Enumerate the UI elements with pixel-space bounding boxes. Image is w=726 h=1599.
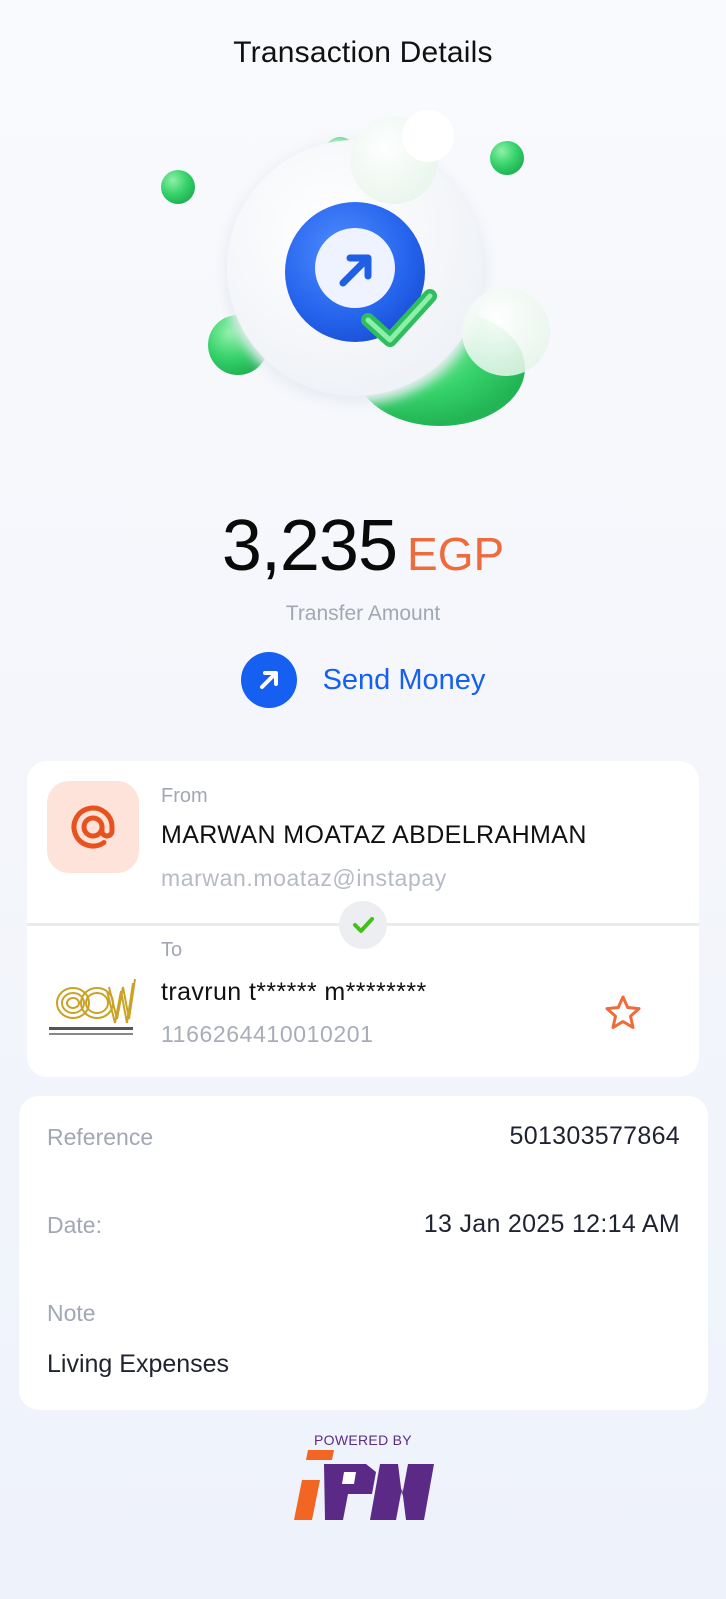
favorite-star-button[interactable] (601, 991, 645, 1035)
from-label: From (161, 785, 208, 807)
date-value: 13 Jan 2025 12:14 AM (423, 1210, 680, 1238)
date-label: Date: (47, 1212, 102, 1238)
transaction-type-label: Send Money (322, 663, 486, 696)
to-name: travrun t****** m******** (161, 978, 427, 1006)
powered-by-label: POWERED BY (314, 1432, 412, 1448)
amount-label: Transfer Amount (285, 602, 441, 625)
bank-logo (49, 978, 136, 1035)
star-icon (605, 995, 641, 1029)
details-card: Reference 501303577864 Date: 13 Jan 2025… (19, 1096, 708, 1410)
reference-value: 501303577864 (509, 1122, 680, 1150)
transfer-amount: 3,235 EGP (0, 505, 726, 587)
transfer-success-illustration (161, 110, 550, 426)
parties-card: From MARWAN MOATAZ ABDELRAHMAN marwan.mo… (27, 761, 699, 1077)
from-name: MARWAN MOATAZ ABDELRAHMAN (161, 821, 587, 849)
ipn-logo (294, 1450, 434, 1520)
from-handle: marwan.moataz@instapay (161, 865, 447, 891)
note-label: Note (47, 1300, 96, 1326)
to-account: 1166264410010201 (161, 1021, 374, 1047)
arrow-up-right-icon (240, 652, 297, 708)
page-title: Transaction Details (233, 36, 493, 69)
transaction-type: Send Money (0, 652, 726, 708)
check-icon (339, 901, 387, 949)
at-sign-icon (47, 781, 139, 873)
note-value: Living Expenses (47, 1350, 230, 1378)
amount-currency: EGP (407, 528, 505, 580)
to-label: To (161, 939, 183, 961)
reference-label: Reference (47, 1124, 154, 1150)
amount-value: 3,235 (221, 506, 398, 586)
